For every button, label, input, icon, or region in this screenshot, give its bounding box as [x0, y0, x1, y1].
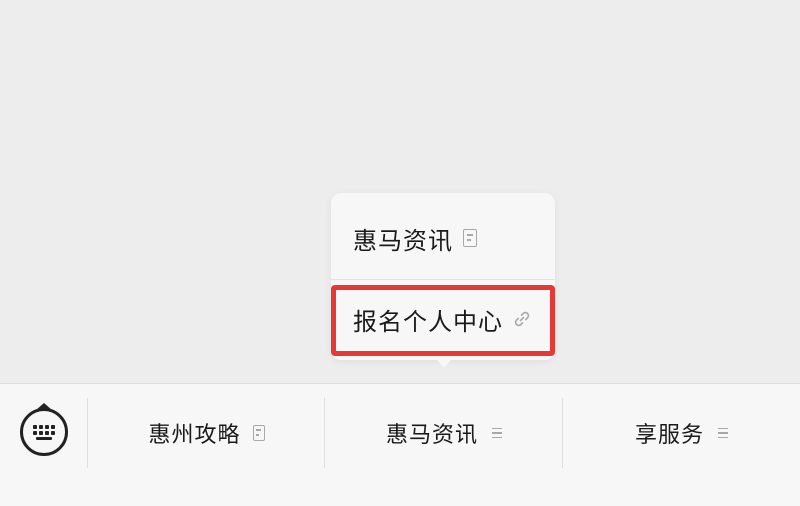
document-icon	[463, 229, 477, 247]
menu-item-label: 惠州攻略	[148, 423, 241, 448]
menu-lines-icon	[492, 427, 502, 439]
menu-item-huima-news[interactable]: 惠马资讯	[325, 384, 563, 482]
bottom-menu-bar: 惠州攻略 惠马资讯 享服务	[0, 383, 800, 506]
submenu-item-label: 惠马资讯	[353, 226, 453, 255]
document-icon	[252, 425, 265, 441]
menu-item-huizhou-guide[interactable]: 惠州攻略	[88, 384, 325, 482]
menu-item-label: 享服务	[634, 423, 704, 448]
menu-item-services[interactable]: 享服务	[563, 384, 800, 482]
menu-lines-icon	[718, 427, 728, 439]
submenu-item-registration-center[interactable]: 报名个人中心	[331, 279, 555, 359]
link-icon	[513, 310, 531, 328]
submenu-popup: 惠马资讯 报名个人中心	[331, 193, 555, 360]
submenu-item-label: 报名个人中心	[353, 307, 503, 336]
keyboard-toggle-button[interactable]	[20, 408, 68, 456]
menu-item-label: 惠马资讯	[385, 423, 478, 448]
submenu-item-huima-news[interactable]: 惠马资讯	[331, 198, 555, 278]
keyboard-icon	[33, 424, 55, 440]
popup-arrow	[435, 358, 453, 368]
